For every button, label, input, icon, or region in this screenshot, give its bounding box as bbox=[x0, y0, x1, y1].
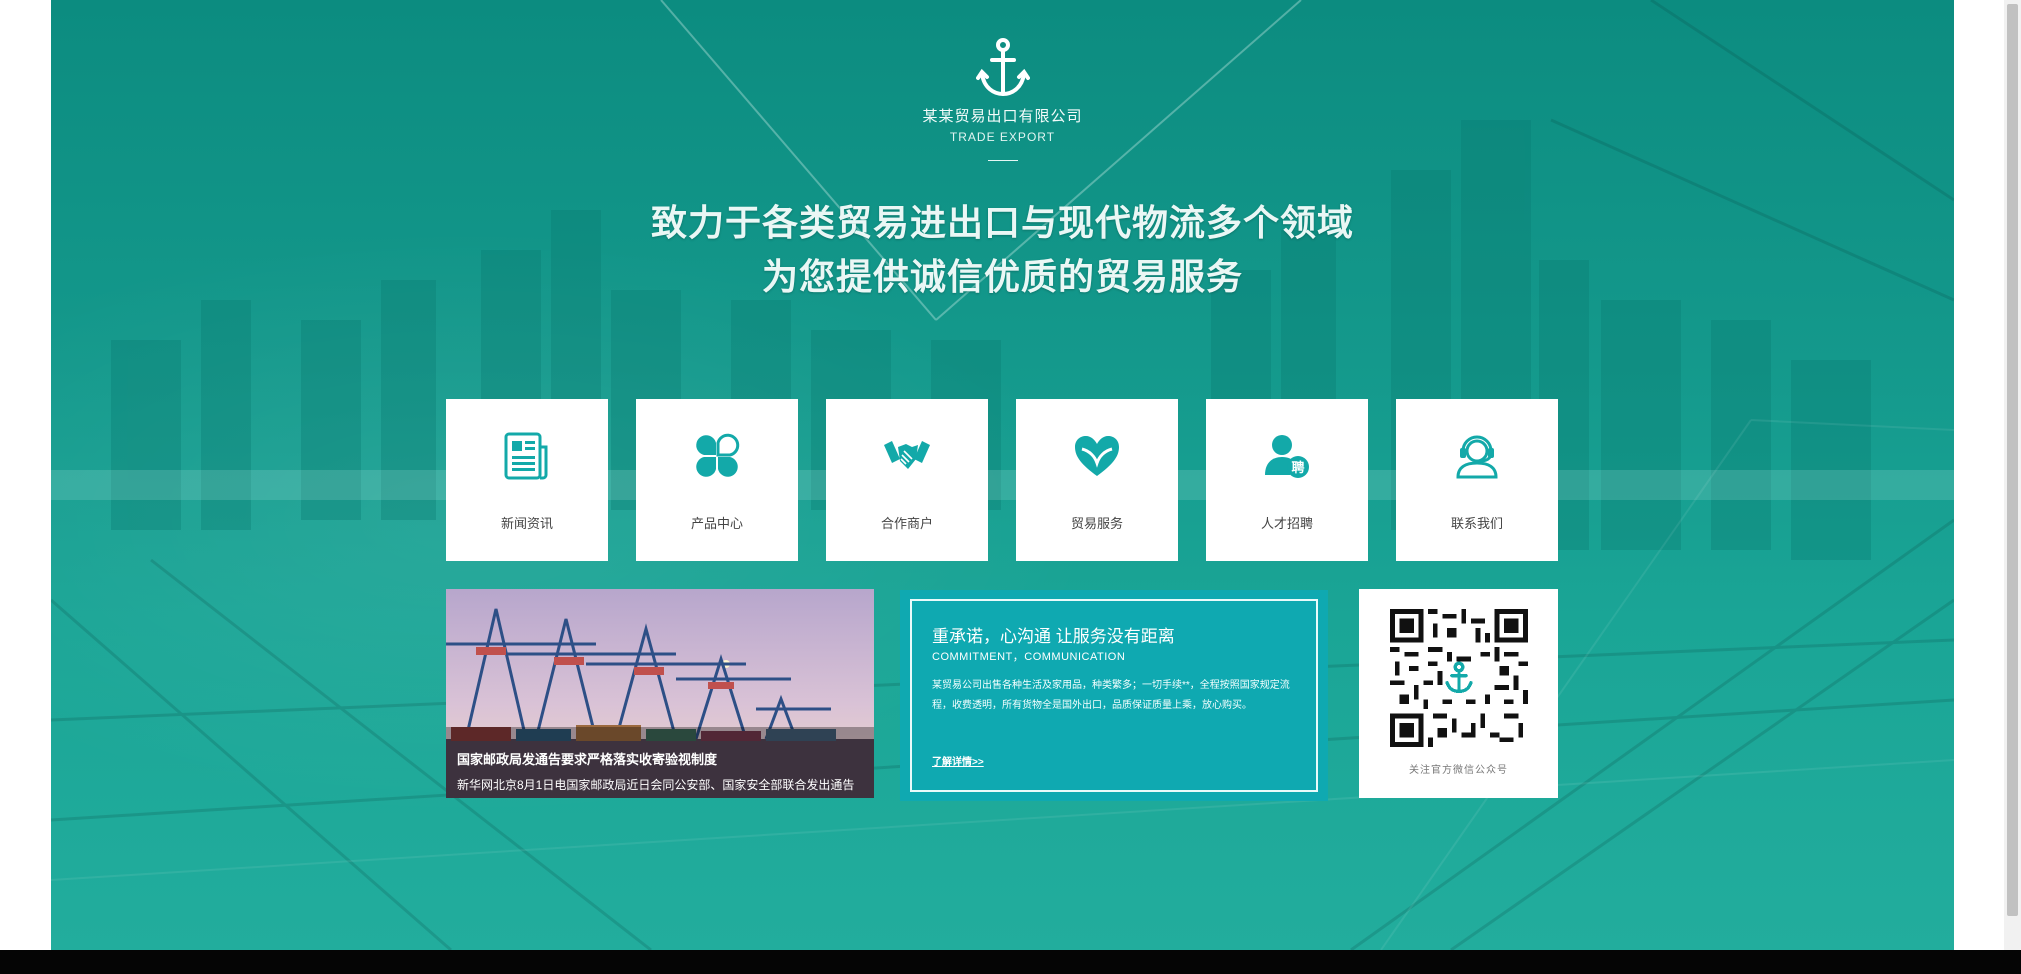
recruit-icon: 聘 bbox=[1265, 435, 1309, 478]
company-name: 某某贸易出口有限公司 bbox=[922, 108, 1083, 125]
svg-text:聘: 聘 bbox=[1291, 460, 1304, 476]
news-summary: 新华网北京8月1日电国家邮政局近日会同公安部、国家安全部联合发出通告 bbox=[457, 778, 855, 792]
hero-banner: 某某贸易出口有限公司 TRADE EXPORT 致力于各类贸易进出口与现代物流多… bbox=[51, 0, 1954, 950]
tile-label: 联系我们 bbox=[1450, 516, 1503, 531]
qr-code-image bbox=[1390, 609, 1528, 747]
hero-slogan-line-2: 为您提供诚信优质的贸易服务 bbox=[761, 256, 1243, 297]
tile-label: 产品中心 bbox=[690, 516, 743, 531]
learn-more-link[interactable]: 了解详情>> bbox=[932, 753, 984, 768]
commitment-title: 重承诺，心沟通 让服务没有距离 bbox=[932, 627, 1175, 646]
footer-bar bbox=[0, 950, 2021, 974]
tile-products[interactable]: 产品中心 bbox=[636, 399, 798, 561]
commitment-panel: 重承诺，心沟通 让服务没有距离 COMMITMENT，COMMUNICATION… bbox=[900, 590, 1328, 801]
clover-icon bbox=[696, 433, 740, 477]
tile-label: 人才招聘 bbox=[1260, 516, 1313, 531]
commitment-title-en: COMMITMENT，COMMUNICATION bbox=[932, 651, 1126, 663]
handshake-icon bbox=[884, 441, 930, 469]
tile-label: 新闻资讯 bbox=[500, 516, 553, 531]
tile-label: 贸易服务 bbox=[1070, 516, 1123, 531]
scrollbar-thumb[interactable] bbox=[2007, 4, 2018, 916]
headset-icon bbox=[1456, 435, 1498, 479]
site-logo[interactable]: 某某贸易出口有限公司 TRADE EXPORT bbox=[51, 36, 1954, 161]
news-title[interactable]: 国家邮政局发通告要求严格落实收寄验视制度 bbox=[457, 749, 717, 768]
commitment-body: 某贸易公司出售各种生活及家用品，种类繁多；一切手续**，全程按照国家规定流程，收… bbox=[932, 680, 1290, 711]
page-scrollbar[interactable] bbox=[2004, 0, 2021, 950]
newspaper-icon bbox=[504, 432, 548, 480]
tile-trade-service[interactable]: 贸易服务 bbox=[1016, 399, 1178, 561]
tile-recruitment[interactable]: 聘 人才招聘 bbox=[1206, 399, 1368, 561]
hero-slogan-line-1: 致力于各类贸易进出口与现代物流多个领域 bbox=[650, 202, 1354, 243]
tile-news[interactable]: 新闻资讯 bbox=[446, 399, 608, 561]
tile-contact[interactable]: 联系我们 bbox=[1396, 399, 1558, 561]
tile-partners[interactable]: 合作商户 bbox=[826, 399, 988, 561]
tile-label: 合作商户 bbox=[880, 516, 933, 531]
wechat-qr-panel: 关注官方微信公众号 bbox=[1359, 589, 1558, 798]
company-tagline-en: TRADE EXPORT bbox=[949, 130, 1056, 144]
heart-icon bbox=[1075, 436, 1119, 476]
qr-caption: 关注官方微信公众号 bbox=[1409, 765, 1508, 776]
logo-divider bbox=[987, 160, 1018, 161]
news-card[interactable]: 国家邮政局发通告要求严格落实收寄验视制度 新华网北京8月1日电国家邮政局近日会同… bbox=[446, 589, 874, 798]
anchor-icon bbox=[975, 38, 1030, 97]
